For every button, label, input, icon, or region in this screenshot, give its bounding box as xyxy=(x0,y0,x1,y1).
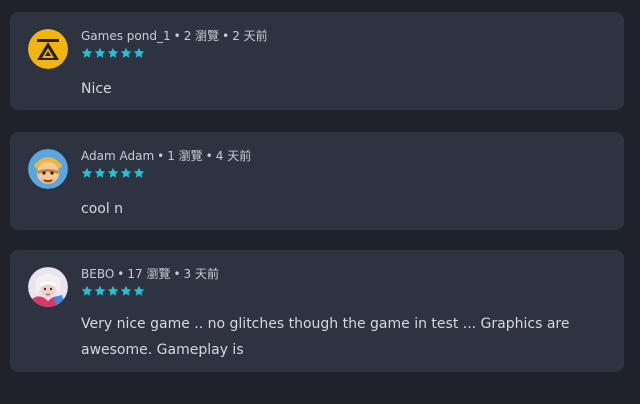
star-icon xyxy=(94,47,106,58)
star-rating xyxy=(81,167,145,179)
star-icon xyxy=(120,167,132,178)
character-portrait-avatar-icon[interactable] xyxy=(28,267,68,307)
review-meta: Adam Adam • 1 瀏覽 • 4 天前 xyxy=(81,147,251,164)
separator-dot: • xyxy=(117,267,125,281)
separator-dot: • xyxy=(173,267,181,281)
review-time: 4 天前 xyxy=(215,149,252,163)
star-icon xyxy=(107,167,119,178)
star-icon xyxy=(133,167,145,178)
review-card: Games pond_1 • 2 瀏覽 • 2 天前 Nice xyxy=(10,12,624,110)
star-icon xyxy=(81,47,93,58)
author-name[interactable]: Adam Adam xyxy=(81,149,154,163)
review-card: Adam Adam • 1 瀏覽 • 4 天前 cool n xyxy=(10,132,624,230)
star-icon xyxy=(94,167,106,178)
review-meta: Games pond_1 • 2 瀏覽 • 2 天前 xyxy=(81,27,268,44)
star-icon xyxy=(81,285,93,296)
star-icon xyxy=(120,285,132,296)
review-time: 3 天前 xyxy=(183,267,219,281)
star-icon xyxy=(133,47,145,58)
star-rating xyxy=(81,47,145,59)
barbarian-face-avatar-icon[interactable] xyxy=(28,149,68,189)
review-text: Nice xyxy=(81,81,112,97)
view-count: 2 瀏覽 xyxy=(183,29,220,43)
author-name[interactable]: Games pond_1 xyxy=(81,29,171,43)
star-rating xyxy=(81,285,145,297)
review-feed: Games pond_1 • 2 瀏覽 • 2 天前 Nice Adam Adam • 1 … xyxy=(0,0,640,404)
separator-dot: • xyxy=(205,149,213,163)
triangle-logo-avatar-icon[interactable] xyxy=(28,29,68,69)
view-count: 17 瀏覽 xyxy=(127,267,171,281)
star-icon xyxy=(107,285,119,296)
separator-dot: • xyxy=(222,29,230,43)
review-text: Very nice game .. no glitches though the… xyxy=(81,316,570,358)
star-icon xyxy=(133,285,145,296)
star-icon xyxy=(107,47,119,58)
author-name[interactable]: BEBO xyxy=(81,267,114,281)
view-count: 1 瀏覽 xyxy=(167,149,203,163)
star-icon xyxy=(81,167,93,178)
review-text: cool n xyxy=(81,201,124,217)
separator-dot: • xyxy=(173,29,181,43)
review-meta: BEBO • 17 瀏覽 • 3 天前 xyxy=(81,265,219,282)
review-time: 2 天前 xyxy=(232,29,268,43)
star-icon xyxy=(120,47,132,58)
review-card: BEBO • 17 瀏覽 • 3 天前 Very nice game .. no gli… xyxy=(10,250,624,372)
star-icon xyxy=(94,285,106,296)
separator-dot: • xyxy=(157,149,165,163)
